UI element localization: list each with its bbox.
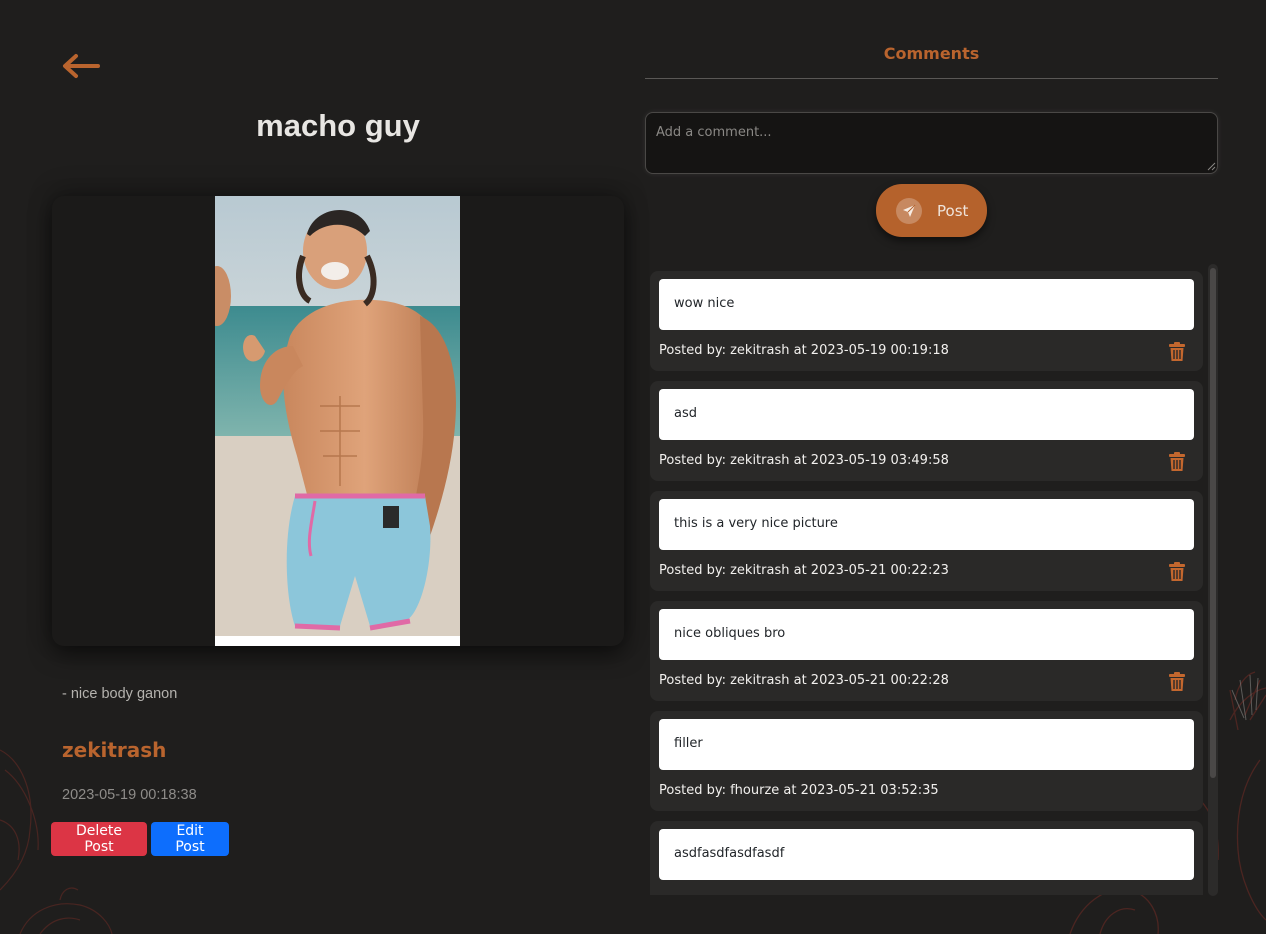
comment-text: asdfasdfasdfasdf (659, 829, 1194, 880)
back-arrow-icon[interactable] (60, 52, 102, 80)
scrollbar-thumb[interactable] (1210, 268, 1216, 778)
comment-item: wow nice Posted by: zekitrash at 2023-05… (650, 271, 1203, 371)
trash-icon[interactable] (1168, 342, 1186, 362)
comment-text: wow nice (659, 279, 1194, 330)
comment-meta: Posted by: zekitrash at 2023-05-21 00:22… (659, 673, 949, 688)
comments-divider (645, 78, 1218, 79)
comment-meta: Posted by: zekitrash at 2023-05-19 00:19… (659, 343, 949, 358)
post-comment-label: Post (937, 201, 969, 220)
comment-item: this is a very nice picture Posted by: z… (650, 491, 1203, 591)
comment-item: nice obliques bro Posted by: zekitrash a… (650, 601, 1203, 701)
comment-meta: Posted by: fhourze at 2023-05-21 03:52:3… (659, 783, 939, 798)
comment-text: nice obliques bro (659, 609, 1194, 660)
post-image (215, 196, 460, 646)
paper-plane-icon (896, 197, 922, 224)
trash-icon[interactable] (1168, 562, 1186, 582)
trash-icon[interactable] (1168, 452, 1186, 472)
comments-list: wow nice Posted by: zekitrash at 2023-05… (650, 271, 1203, 895)
post-author[interactable]: zekitrash (62, 738, 166, 762)
comment-item: filler Posted by: fhourze at 2023-05-21 … (650, 711, 1203, 811)
post-date: 2023-05-19 00:18:38 (62, 787, 197, 803)
comment-input[interactable] (645, 112, 1218, 174)
comment-meta: Posted by: zekitrash at 2023-05-19 03:49… (659, 453, 949, 468)
post-comment-button[interactable]: Post (876, 184, 987, 237)
comment-text: this is a very nice picture (659, 499, 1194, 550)
comment-item: asd Posted by: zekitrash at 2023-05-19 0… (650, 381, 1203, 481)
delete-post-button[interactable]: Delete Post (51, 822, 147, 856)
comment-meta: Posted by: zekitrash at 2023-05-21 00:22… (659, 563, 949, 578)
edit-post-button[interactable]: Edit Post (151, 822, 229, 856)
comment-text: filler (659, 719, 1194, 770)
trash-icon[interactable] (1168, 672, 1186, 692)
post-title: macho guy (256, 108, 420, 143)
comment-item: asdfasdfasdfasdf (650, 821, 1203, 895)
comments-heading: Comments (883, 44, 980, 63)
comments-scrollbar[interactable] (1208, 264, 1218, 896)
post-image-card (52, 196, 624, 646)
comment-text: asd (659, 389, 1194, 440)
post-description: - nice body ganon (62, 686, 178, 702)
post-detail-page: macho guy - nice body ganon zekitrash 20… (0, 0, 1266, 934)
resize-grip-icon[interactable] (1207, 162, 1216, 171)
